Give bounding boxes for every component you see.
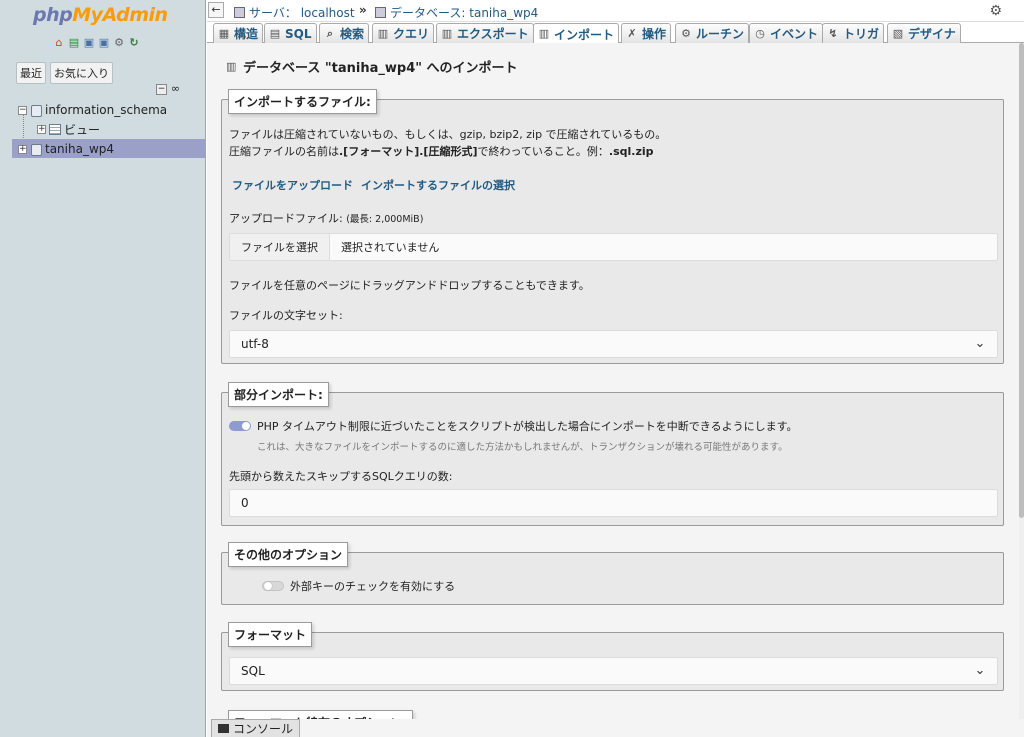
- search-icon: ⌕: [326, 26, 334, 40]
- tab-designer[interactable]: ▧ デザイナ: [887, 23, 961, 43]
- phpmyadmin-logo[interactable]: phpMyAdmin: [33, 4, 168, 26]
- import-icon: ▥: [226, 59, 237, 73]
- export-icon: ▥: [441, 26, 453, 40]
- main-scrollbar[interactable]: [1019, 43, 1024, 719]
- favorites-tab[interactable]: お気に入り: [50, 62, 113, 84]
- charset-select[interactable]: utf-8 ⌄: [229, 330, 998, 358]
- allow-interrupt-label[interactable]: PHP タイムアウト制限に近づいたことをスクリプトが検出した場合にインポートを中…: [257, 418, 798, 434]
- menu-tabs: ▦ 構造 ▤ SQL ⌕ 検索 ▥ クエリ ▥ エクスポート ▥ インポート ✗ 操作 ⚙ ルー…: [207, 22, 1024, 44]
- tab-sql[interactable]: ▤ SQL: [264, 23, 317, 43]
- console-icon: [218, 724, 229, 733]
- expand-icon[interactable]: +: [18, 144, 27, 154]
- collapse-icon[interactable]: −: [18, 105, 27, 115]
- breadcrumb: ← サーバ： localhost » データベース: taniha_wp4 ⚙: [207, 0, 1024, 22]
- upload-file-link[interactable]: ファイルをアップロード: [232, 177, 353, 193]
- charset-label: ファイルの文字セット:: [229, 309, 343, 322]
- link-icon[interactable]: ∞: [170, 83, 181, 95]
- chevron-down-icon: ⌄: [974, 336, 986, 351]
- choose-file-button[interactable]: ファイルを選択: [230, 234, 330, 260]
- docs-icon[interactable]: ▣: [83, 37, 95, 49]
- database-icon: [30, 143, 42, 156]
- tree-views[interactable]: + ビュー: [37, 120, 100, 138]
- upload-file-label: アップロードファイル: (最長: 2,000MiB): [229, 212, 424, 225]
- database-icon: [375, 7, 386, 18]
- page-settings-icon[interactable]: ⚙: [989, 3, 1002, 19]
- triggers-icon: ↯: [828, 26, 838, 40]
- tree-db-label[interactable]: taniha_wp4: [45, 142, 114, 156]
- page-title: ▥ データベース "taniha_wp4" へのインポート: [226, 59, 518, 76]
- tab-events[interactable]: ◷ イベント: [749, 23, 824, 43]
- console-toggle[interactable]: コンソール: [211, 719, 301, 737]
- tab-search[interactable]: ⌕ 検索: [319, 23, 370, 43]
- tree-views-label[interactable]: ビュー: [64, 121, 100, 138]
- tree-db-taniha-wp4[interactable]: + taniha_wp4: [18, 140, 114, 158]
- select-import-file-link[interactable]: インポートするファイルの選択: [361, 177, 515, 193]
- breadcrumb-database[interactable]: データベース: taniha_wp4: [375, 4, 538, 21]
- database-icon: [30, 104, 42, 117]
- skip-queries-label: 先頭から数えたスキップするSQLクエリの数:: [229, 470, 453, 483]
- recent-tab[interactable]: 最近: [16, 62, 46, 84]
- tab-operations[interactable]: ✗ 操作: [621, 23, 672, 43]
- other-options-fieldset: その他のオプション 外部キーのチェックを有効にする: [221, 542, 1004, 605]
- reload-icon[interactable]: ↻: [128, 37, 140, 49]
- filename-format-note: 圧縮ファイルの名前は.[フォーマット].[圧縮形式]で終わっていること。例：.s…: [229, 145, 654, 158]
- server-icon: [234, 7, 245, 18]
- tab-export[interactable]: ▥ エクスポート: [436, 23, 534, 43]
- compression-note: ファイルは圧縮されていないもの、もしくは、gzip, bzip2, zip で圧…: [229, 128, 667, 141]
- file-status: 選択されていません: [341, 241, 440, 254]
- query-icon: ▥: [377, 26, 389, 40]
- operations-icon: ✗: [627, 26, 637, 40]
- tree-db-label[interactable]: information_schema: [45, 103, 167, 117]
- routines-icon: ⚙: [681, 26, 691, 40]
- sql-docs-icon[interactable]: ▣: [98, 37, 110, 49]
- nav-quick-icons: ⌂ ▤ ▣ ▣ ⚙ ↻: [53, 37, 140, 49]
- expand-icon[interactable]: +: [37, 124, 46, 134]
- breadcrumb-separator: »: [359, 3, 367, 17]
- tab-triggers[interactable]: ↯ トリガ: [822, 23, 885, 43]
- scrollbar-thumb[interactable]: [1019, 43, 1024, 518]
- main-content: ▥ データベース "taniha_wp4" へのインポート インポートするファイ…: [207, 43, 1019, 719]
- partial-import-fieldset: 部分インポート: PHP タイムアウト制限に近づいたことをスクリプトが検出した場…: [221, 382, 1004, 526]
- skip-queries-input[interactable]: 0: [229, 489, 998, 517]
- foreign-key-checks-toggle[interactable]: [262, 581, 284, 591]
- log-icon[interactable]: ▤: [68, 37, 80, 49]
- drag-drop-note: ファイルを任意のページにドラッグアンドドロップすることもできます。: [229, 279, 590, 292]
- structure-icon: ▦: [218, 26, 230, 40]
- events-icon: ◷: [755, 26, 765, 40]
- tab-query[interactable]: ▥ クエリ: [372, 23, 435, 43]
- fieldset-legend: インポートするファイル:: [228, 89, 377, 114]
- navigation-panel: phpMyAdmin ⌂ ▤ ▣ ▣ ⚙ ↻ 最近 お気に入り − ∞ − in…: [0, 0, 206, 737]
- format-select[interactable]: SQL ⌄: [229, 657, 998, 685]
- settings-icon[interactable]: ⚙: [113, 37, 125, 49]
- designer-icon: ▧: [892, 26, 904, 40]
- tab-structure[interactable]: ▦ 構造: [213, 23, 264, 43]
- tab-routines[interactable]: ⚙ ルーチン: [675, 23, 750, 43]
- allow-interrupt-toggle[interactable]: [229, 421, 251, 431]
- format-fieldset: フォーマット SQL ⌄: [221, 622, 1004, 691]
- format-value: SQL: [241, 664, 265, 678]
- fieldset-legend: その他のオプション: [228, 542, 349, 567]
- sql-icon: ▤: [269, 26, 281, 40]
- file-import-fieldset: インポートするファイル: ファイルは圧縮されていないもの、もしくは、gzip, …: [221, 89, 1004, 364]
- tree-db-information-schema[interactable]: − information_schema: [18, 101, 167, 119]
- views-icon: [49, 123, 61, 135]
- fieldset-legend: 部分インポート:: [228, 382, 329, 407]
- home-icon[interactable]: ⌂: [53, 37, 65, 49]
- allow-interrupt-note: これは、大きなファイルをインポートするのに適した方法かもしれませんが、トランザク…: [257, 442, 788, 453]
- fieldset-legend: フォーマット特有のオプション:: [228, 710, 413, 719]
- chevron-down-icon: ⌄: [974, 663, 986, 678]
- charset-value: utf-8: [241, 337, 269, 351]
- console-bar: コンソール: [207, 719, 1024, 737]
- collapse-all-icon[interactable]: −: [156, 84, 167, 95]
- file-input[interactable]: ファイルを選択 選択されていません: [229, 233, 998, 261]
- import-icon: ▥: [538, 27, 550, 40]
- foreign-key-checks-label[interactable]: 外部キーのチェックを有効にする: [290, 578, 455, 594]
- tab-import[interactable]: ▥ インポート: [533, 23, 620, 44]
- fieldset-legend: フォーマット: [228, 622, 313, 647]
- breadcrumb-server[interactable]: サーバ： localhost: [234, 4, 355, 21]
- back-arrow-icon[interactable]: ←: [208, 2, 224, 18]
